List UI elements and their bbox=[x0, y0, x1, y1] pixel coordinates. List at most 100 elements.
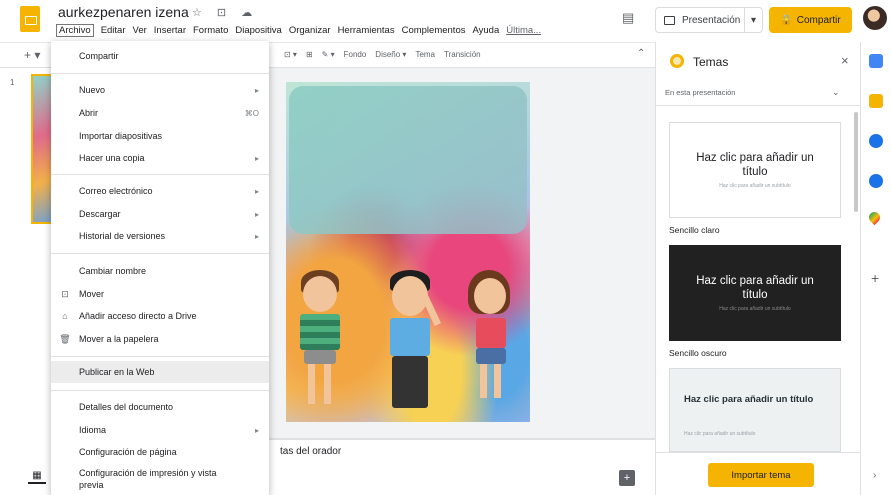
menu-item-detalles[interactable]: Detalles del documento bbox=[51, 396, 269, 418]
menu-separator bbox=[51, 390, 269, 391]
menu-item-papelera[interactable]: 🗑 Mover a la papelera bbox=[51, 328, 269, 350]
background-button[interactable]: Fondo bbox=[344, 50, 367, 59]
menu-item-label: Compartir bbox=[79, 51, 119, 61]
last-edit-link[interactable]: Última... bbox=[506, 24, 541, 37]
menu-archivo[interactable]: Archivo bbox=[56, 24, 94, 37]
menu-ayuda[interactable]: Ayuda bbox=[472, 24, 499, 37]
menu-separator bbox=[51, 174, 269, 175]
menu-item-mover[interactable]: ⊡ Mover bbox=[51, 283, 269, 305]
app-header: aurkezpenaren izena ☆ ⊡ ☁ Archivo Editar… bbox=[0, 0, 891, 40]
explore-button[interactable]: + bbox=[619, 470, 635, 486]
menu-item-acceso-directo[interactable]: ⌂ Añadir acceso directo a Drive bbox=[51, 305, 269, 327]
menu-item-label: Descargar bbox=[79, 209, 121, 219]
menu-diapositiva[interactable]: Diapositiva bbox=[235, 24, 281, 37]
themes-filter-select[interactable]: En esta presentación bbox=[665, 88, 735, 97]
menu-separator bbox=[51, 253, 269, 254]
kid-figure-left[interactable] bbox=[294, 270, 346, 410]
lock-icon: 🔒 bbox=[780, 14, 793, 26]
theme-button[interactable]: Tema bbox=[415, 50, 435, 59]
image-tool-button[interactable]: ⊡ ▾ bbox=[284, 50, 297, 59]
menu-insertar[interactable]: Insertar bbox=[154, 24, 186, 37]
menu-item-label: Mover bbox=[79, 289, 105, 299]
menu-item-label: Abrir bbox=[79, 108, 99, 118]
menu-item-label: Correo electrónico bbox=[79, 186, 153, 196]
submenu-arrow-icon: ▸ bbox=[254, 231, 259, 241]
drive-shortcut-icon: ⌂ bbox=[62, 311, 68, 321]
menu-item-cambiar-nombre[interactable]: Cambiar nombre bbox=[51, 260, 269, 282]
kid-figure-middle[interactable] bbox=[384, 270, 444, 420]
toolbar-items: ⊡ ▾ ⊞ ✎ ▾ Fondo Diseño ▾ Tema Transición bbox=[284, 50, 481, 59]
menu-item-publicar-web[interactable]: Publicar en la Web bbox=[51, 361, 269, 383]
keep-icon[interactable] bbox=[869, 94, 883, 108]
menu-item-label: Mover a la papelera bbox=[79, 334, 159, 344]
collapse-toolbar-icon[interactable]: ⌃ bbox=[637, 48, 645, 59]
chevron-down-icon[interactable]: ⌄ bbox=[832, 87, 840, 98]
avatar[interactable] bbox=[863, 6, 887, 30]
submenu-arrow-icon: ▸ bbox=[254, 186, 259, 196]
menu-item-config-pagina[interactable]: Configuración de página bbox=[51, 441, 269, 463]
slide-number: 1 bbox=[10, 78, 15, 87]
menu-item-idioma[interactable]: Idioma ▸ bbox=[51, 419, 269, 441]
theme-card-simple-light[interactable]: Haz clic para añadir un título Haz clic … bbox=[669, 122, 841, 218]
menu-item-correo[interactable]: Correo electrónico ▸ bbox=[51, 180, 269, 202]
menu-item-nuevo[interactable]: Nuevo ▸ bbox=[51, 79, 269, 101]
menu-organizar[interactable]: Organizar bbox=[289, 24, 331, 37]
comment-history-icon[interactable]: ▤ bbox=[622, 10, 634, 26]
menu-editar[interactable]: Editar bbox=[101, 24, 126, 37]
theme-card-simple-dark[interactable]: Haz clic para añadir un título Haz clic … bbox=[669, 245, 841, 341]
title-actions-icons[interactable]: ☆ ⊡ ☁ bbox=[192, 6, 258, 19]
divider bbox=[656, 105, 861, 106]
contacts-icon[interactable] bbox=[869, 174, 883, 188]
menu-item-label: Configuración de página bbox=[79, 447, 177, 457]
submenu-arrow-icon: ▸ bbox=[254, 425, 259, 435]
share-button[interactable]: 🔒 Compartir bbox=[769, 7, 852, 33]
calendar-icon[interactable] bbox=[869, 54, 883, 68]
comment-tool-button[interactable]: ⊞ bbox=[306, 50, 313, 59]
add-addon-icon[interactable]: + bbox=[871, 270, 879, 286]
submenu-arrow-icon: ▸ bbox=[254, 209, 259, 219]
menu-formato[interactable]: Formato bbox=[193, 24, 228, 37]
new-slide-button[interactable]: + ▾ bbox=[24, 48, 40, 62]
slides-logo-icon[interactable] bbox=[20, 6, 40, 32]
menu-ver[interactable]: Ver bbox=[133, 24, 147, 37]
palette-icon bbox=[670, 54, 684, 68]
transition-button[interactable]: Transición bbox=[444, 50, 481, 59]
menu-item-importar-diapositivas[interactable]: Importar diapositivas bbox=[51, 125, 269, 147]
menu-item-abrir[interactable]: Abrir ⌘O bbox=[51, 102, 269, 124]
menu-item-descargar[interactable]: Descargar ▸ bbox=[51, 203, 269, 225]
menu-item-label: Importar diapositivas bbox=[79, 131, 163, 141]
import-theme-button[interactable]: Importar tema bbox=[708, 463, 814, 487]
present-icon bbox=[664, 15, 675, 25]
speaker-notes[interactable]: tas del orador bbox=[280, 446, 341, 457]
menu-item-historial[interactable]: Historial de versiones ▸ bbox=[51, 225, 269, 247]
slide-text-box[interactable] bbox=[289, 86, 527, 234]
themes-scrollbar[interactable] bbox=[854, 112, 858, 212]
menu-complementos[interactable]: Complementos bbox=[402, 24, 466, 37]
folder-move-icon: ⊡ bbox=[61, 288, 69, 299]
theme-card-tide[interactable]: Haz clic para añadir un título Haz clic … bbox=[669, 368, 841, 452]
grid-view-icon[interactable]: ▦ bbox=[28, 470, 46, 484]
kid-figure-right[interactable] bbox=[466, 270, 518, 410]
theme-card-subtitle: Haz clic para añadir un subtítulo bbox=[684, 431, 756, 437]
expand-panel-icon[interactable]: › bbox=[873, 470, 876, 481]
line-tool-button[interactable]: ✎ ▾ bbox=[322, 50, 335, 59]
menu-item-config-impresion[interactable]: Configuración de impresión y vista previa bbox=[51, 464, 269, 494]
maps-icon[interactable] bbox=[866, 209, 883, 226]
themes-panel: Temas × En esta presentación ⌄ Haz clic … bbox=[655, 42, 861, 495]
shortcut-label: ⌘O bbox=[244, 108, 259, 118]
theme-card-label: Sencillo oscuro bbox=[669, 348, 727, 358]
layout-button[interactable]: Diseño ▾ bbox=[375, 50, 406, 59]
submenu-arrow-icon: ▸ bbox=[254, 85, 259, 95]
theme-card-label: Sencillo claro bbox=[669, 225, 720, 235]
menu-herramientas[interactable]: Herramientas bbox=[338, 24, 395, 37]
close-icon[interactable]: × bbox=[841, 53, 849, 68]
menu-item-hacer-copia[interactable]: Hacer una copia ▸ bbox=[51, 147, 269, 169]
tasks-icon[interactable] bbox=[869, 134, 883, 148]
theme-card-title: Haz clic para añadir un título bbox=[696, 275, 814, 301]
menu-item-label: Añadir acceso directo a Drive bbox=[79, 311, 197, 321]
present-dropdown-icon[interactable]: ▾ bbox=[744, 8, 762, 32]
share-label: Compartir bbox=[796, 14, 841, 26]
document-title[interactable]: aurkezpenaren izena bbox=[58, 4, 189, 20]
menu-item-compartir[interactable]: Compartir bbox=[51, 45, 269, 67]
present-button[interactable]: Presentación ▾ bbox=[655, 7, 763, 33]
